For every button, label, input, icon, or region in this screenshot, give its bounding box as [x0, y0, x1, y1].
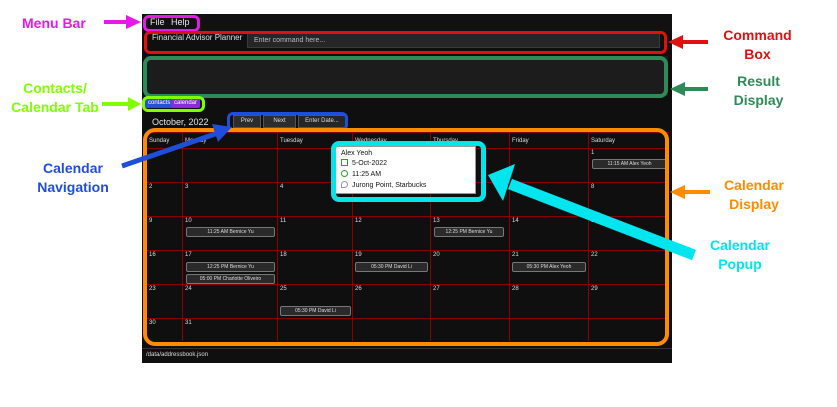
menu-bar-arrowhead	[126, 15, 141, 29]
navigation-arrow	[121, 130, 219, 169]
calendar-display-arrowhead	[670, 185, 685, 199]
menu-bar-label: Menu Bar	[22, 15, 86, 31]
tab-label: Contacts/ Calendar Tab	[11, 80, 99, 115]
calendar-popup-label: Calendar Popup	[710, 237, 770, 272]
result-display-arrowhead	[670, 82, 685, 96]
command-box-arrowhead	[668, 35, 683, 49]
navigation-arrowhead	[212, 124, 232, 142]
calendar-navigation-label: Calendar Navigation	[37, 160, 109, 195]
result-display-label: Result Display	[733, 73, 784, 108]
command-box-label: Command Box	[723, 27, 792, 62]
tab-arrowhead	[128, 97, 141, 111]
popup-arrow	[508, 178, 696, 261]
calendar-display-label: Calendar Display	[724, 177, 784, 212]
